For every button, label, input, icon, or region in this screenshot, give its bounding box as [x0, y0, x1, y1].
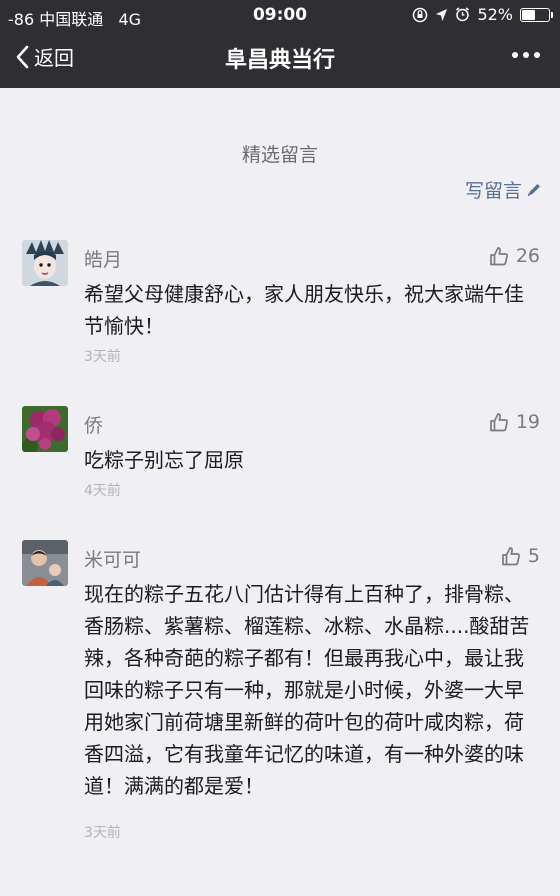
- write-comment-label: 写留言: [464, 180, 522, 202]
- status-bar: -86 中国联通 4G 09:00 52%: [0, 0, 560, 32]
- comment-time: 4天前: [84, 483, 121, 499]
- write-comment-button[interactable]: 写留言: [465, 176, 542, 203]
- page-title: 阜昌典当行: [224, 48, 335, 73]
- avatar[interactable]: [22, 240, 68, 286]
- commenter-name: 米可可: [84, 549, 142, 571]
- battery-level: [522, 9, 535, 20]
- like-count: 5: [527, 545, 540, 567]
- battery-percent: 52%: [477, 5, 513, 24]
- more-dot-icon: [523, 52, 529, 58]
- section-title: 精选留言: [241, 144, 318, 166]
- comment-time: 3天前: [84, 349, 121, 365]
- like-button[interactable]: 26: [488, 245, 540, 267]
- nav-bar: 返回 阜昌典当行: [0, 34, 560, 84]
- commenter-name: 皓月: [84, 249, 123, 271]
- more-dot-icon: [512, 52, 518, 58]
- location-arrow-icon: [436, 8, 448, 21]
- battery-icon: [520, 7, 553, 22]
- comment-item: 米可可 5 现在的粽子五花八门估计得有上百种了，排骨粽、香肠粽、紫薯粽、榴莲粽、…: [0, 540, 560, 850]
- comment-item: 皓月 26 希望父母健康舒心，家人朋友快乐，祝大家端午佳节愉快！ 3天前: [0, 240, 560, 370]
- chevron-left-icon: [16, 45, 29, 68]
- avatar[interactable]: [22, 540, 68, 586]
- alarm-icon: [456, 7, 470, 22]
- comment-time: 3天前: [84, 825, 121, 841]
- thumbs-up-icon: [502, 547, 520, 566]
- commenter-name: 侨: [84, 415, 104, 437]
- like-count: 19: [515, 411, 540, 433]
- thumbs-up-icon: [489, 247, 508, 266]
- like-button[interactable]: 19: [488, 411, 540, 433]
- top-bar: -86 中国联通 4G 09:00 52% 返回 阜昌典当行: [0, 0, 560, 88]
- avatar[interactable]: [22, 406, 68, 452]
- like-button[interactable]: 5: [500, 545, 540, 567]
- more-dot-icon: [534, 52, 540, 58]
- comment-text: 希望父母健康舒心，家人朋友快乐，祝大家端午佳节愉快！: [84, 282, 524, 338]
- comment-text: 吃粽子别忘了屈原: [84, 448, 244, 472]
- back-label: 返回: [34, 46, 74, 70]
- orientation-lock-icon: [413, 7, 428, 22]
- more-options-button[interactable]: [512, 44, 540, 66]
- thumbs-up-icon: [489, 413, 508, 432]
- back-button[interactable]: 返回: [16, 42, 74, 71]
- pencil-icon: [527, 183, 540, 196]
- comment-text: 现在的粽子五花八门估计得有上百种了，排骨粽、香肠粽、紫薯粽、榴莲粽、冰粽、水晶粽…: [84, 582, 530, 798]
- like-count: 26: [515, 245, 540, 267]
- status-icons: 52%: [412, 5, 553, 24]
- comment-item: 侨 19 吃粽子别忘了屈原 4天前: [0, 406, 560, 506]
